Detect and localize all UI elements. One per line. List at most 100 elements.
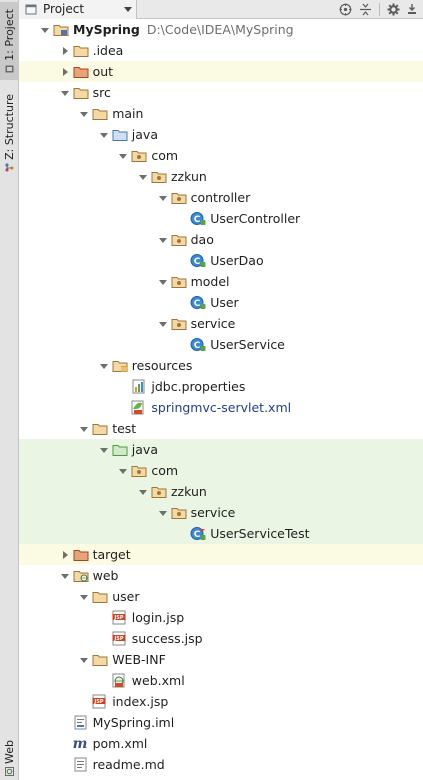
tree-toggle[interactable]: [79, 109, 89, 119]
chevron-down-icon[interactable]: [158, 193, 168, 203]
view-selector[interactable]: Project: [19, 0, 137, 19]
tree-toggle[interactable]: [158, 319, 168, 329]
tree-row[interactable]: C UserServiceTest: [19, 523, 423, 544]
tree-row[interactable]: zzkun: [19, 481, 423, 502]
tree-toggle[interactable]: [99, 361, 109, 371]
tree-toggle[interactable]: [99, 130, 109, 140]
tree-row[interactable]: C UserController: [19, 208, 423, 229]
chevron-down-icon[interactable]: [138, 172, 148, 182]
tree-row[interactable]: m pom.xml: [19, 733, 423, 754]
chevron-down-icon[interactable]: [138, 487, 148, 497]
tree-row[interactable]: java: [19, 439, 423, 460]
tree-row[interactable]: C UserDao: [19, 250, 423, 271]
tree-row[interactable]: controller: [19, 187, 423, 208]
tree-item-label: test: [112, 421, 136, 436]
tree-row[interactable]: jdbc.properties: [19, 376, 423, 397]
tree-toggle[interactable]: [118, 466, 128, 476]
scroll-from-source-icon[interactable]: [339, 3, 352, 16]
tree-toggle[interactable]: [138, 172, 148, 182]
tree-toggle[interactable]: [79, 655, 89, 665]
tree-row[interactable]: MySpring.iml: [19, 712, 423, 733]
chevron-down-icon[interactable]: [99, 445, 109, 455]
tree-row[interactable]: target: [19, 544, 423, 565]
chevron-down-icon[interactable]: [60, 88, 70, 98]
chevron-down-icon[interactable]: [158, 508, 168, 518]
tab-project[interactable]: 1: Project: [0, 2, 19, 80]
tree-row[interactable]: main: [19, 103, 423, 124]
web-tab-icon: [5, 766, 14, 776]
tree-row[interactable]: C User: [19, 292, 423, 313]
chevron-down-icon[interactable]: [40, 25, 50, 35]
tree-toggle[interactable]: [40, 25, 50, 35]
tree-row[interactable]: C UserService: [19, 334, 423, 355]
tree-toggle[interactable]: [158, 235, 168, 245]
tree-row[interactable]: JSP login.jsp: [19, 607, 423, 628]
tree-toggle[interactable]: [118, 151, 128, 161]
chevron-down-icon[interactable]: [118, 466, 128, 476]
chevron-down-icon[interactable]: [99, 130, 109, 140]
chevron-down-icon[interactable]: [118, 151, 128, 161]
tree-toggle[interactable]: [79, 592, 89, 602]
tree-toggle[interactable]: [158, 508, 168, 518]
tree-row[interactable]: readme.md: [19, 754, 423, 775]
collapse-all-icon[interactable]: [359, 3, 372, 16]
svg-text:C: C: [194, 530, 201, 540]
tree-toggle[interactable]: [158, 193, 168, 203]
tree-row[interactable]: zzkun: [19, 166, 423, 187]
chevron-down-icon[interactable]: [99, 361, 109, 371]
tree-toggle[interactable]: [60, 571, 70, 581]
tree-row[interactable]: com: [19, 145, 423, 166]
tree-row[interactable]: web: [19, 565, 423, 586]
chevron-right-icon[interactable]: [60, 67, 70, 77]
tree-row[interactable]: JSP index.jsp: [19, 691, 423, 712]
tree-row[interactable]: test: [19, 418, 423, 439]
tree-row[interactable]: WEB-INF: [19, 649, 423, 670]
tree-toggle[interactable]: [99, 445, 109, 455]
chevron-right-icon[interactable]: [60, 550, 70, 560]
chevron-down-icon[interactable]: [158, 235, 168, 245]
toolbar-divider: [379, 2, 380, 16]
tree-item-name: test: [112, 421, 137, 436]
tree-item-name: web.xml: [131, 673, 185, 688]
hide-panel-icon[interactable]: [407, 3, 419, 16]
chevron-down-icon[interactable]: [158, 277, 168, 287]
chevron-down-icon[interactable]: [60, 571, 70, 581]
tree-row[interactable]: dao: [19, 229, 423, 250]
tree-toggle[interactable]: [158, 277, 168, 287]
jsp-file-icon: JSP: [112, 610, 128, 625]
tree-toggle[interactable]: [60, 67, 70, 77]
tree-row[interactable]: model: [19, 271, 423, 292]
tree-row[interactable]: springmvc-servlet.xml: [19, 397, 423, 418]
tree-row[interactable]: service: [19, 313, 423, 334]
tree-row[interactable]: out: [19, 61, 423, 82]
tree-row[interactable]: user: [19, 586, 423, 607]
tree-row[interactable]: MySpring D:\Code\IDEA\MySpring: [19, 19, 423, 40]
tab-structure[interactable]: Z: Structure: [0, 92, 19, 174]
tree-toggle[interactable]: [60, 88, 70, 98]
tree-row[interactable]: service: [19, 502, 423, 523]
spring-xml-icon: [131, 400, 147, 415]
chevron-right-icon[interactable]: [60, 46, 70, 56]
tab-web[interactable]: Web: [0, 738, 19, 778]
chevron-down-icon[interactable]: [158, 319, 168, 329]
chevron-down-icon[interactable]: [79, 592, 89, 602]
tree-toggle[interactable]: [79, 424, 89, 434]
tree-toggle[interactable]: [138, 487, 148, 497]
tree-row[interactable]: com: [19, 460, 423, 481]
tree-toggle[interactable]: [60, 46, 70, 56]
tree-row[interactable]: src: [19, 82, 423, 103]
chevron-down-icon[interactable]: [79, 424, 89, 434]
tree-item-label: MySpring.iml: [93, 715, 175, 730]
tree-row[interactable]: resources: [19, 355, 423, 376]
tree-row[interactable]: java: [19, 124, 423, 145]
chevron-down-icon[interactable]: [79, 655, 89, 665]
tree-item-name: WEB-INF: [112, 652, 166, 667]
gear-icon[interactable]: [387, 3, 400, 16]
tree-item-name: target: [92, 547, 131, 562]
tree-toggle[interactable]: [60, 550, 70, 560]
tree-item-label: java: [132, 442, 158, 457]
tree-row[interactable]: web.xml: [19, 670, 423, 691]
tree-row[interactable]: .idea: [19, 40, 423, 61]
chevron-down-icon[interactable]: [79, 109, 89, 119]
tree-row[interactable]: JSP success.jsp: [19, 628, 423, 649]
